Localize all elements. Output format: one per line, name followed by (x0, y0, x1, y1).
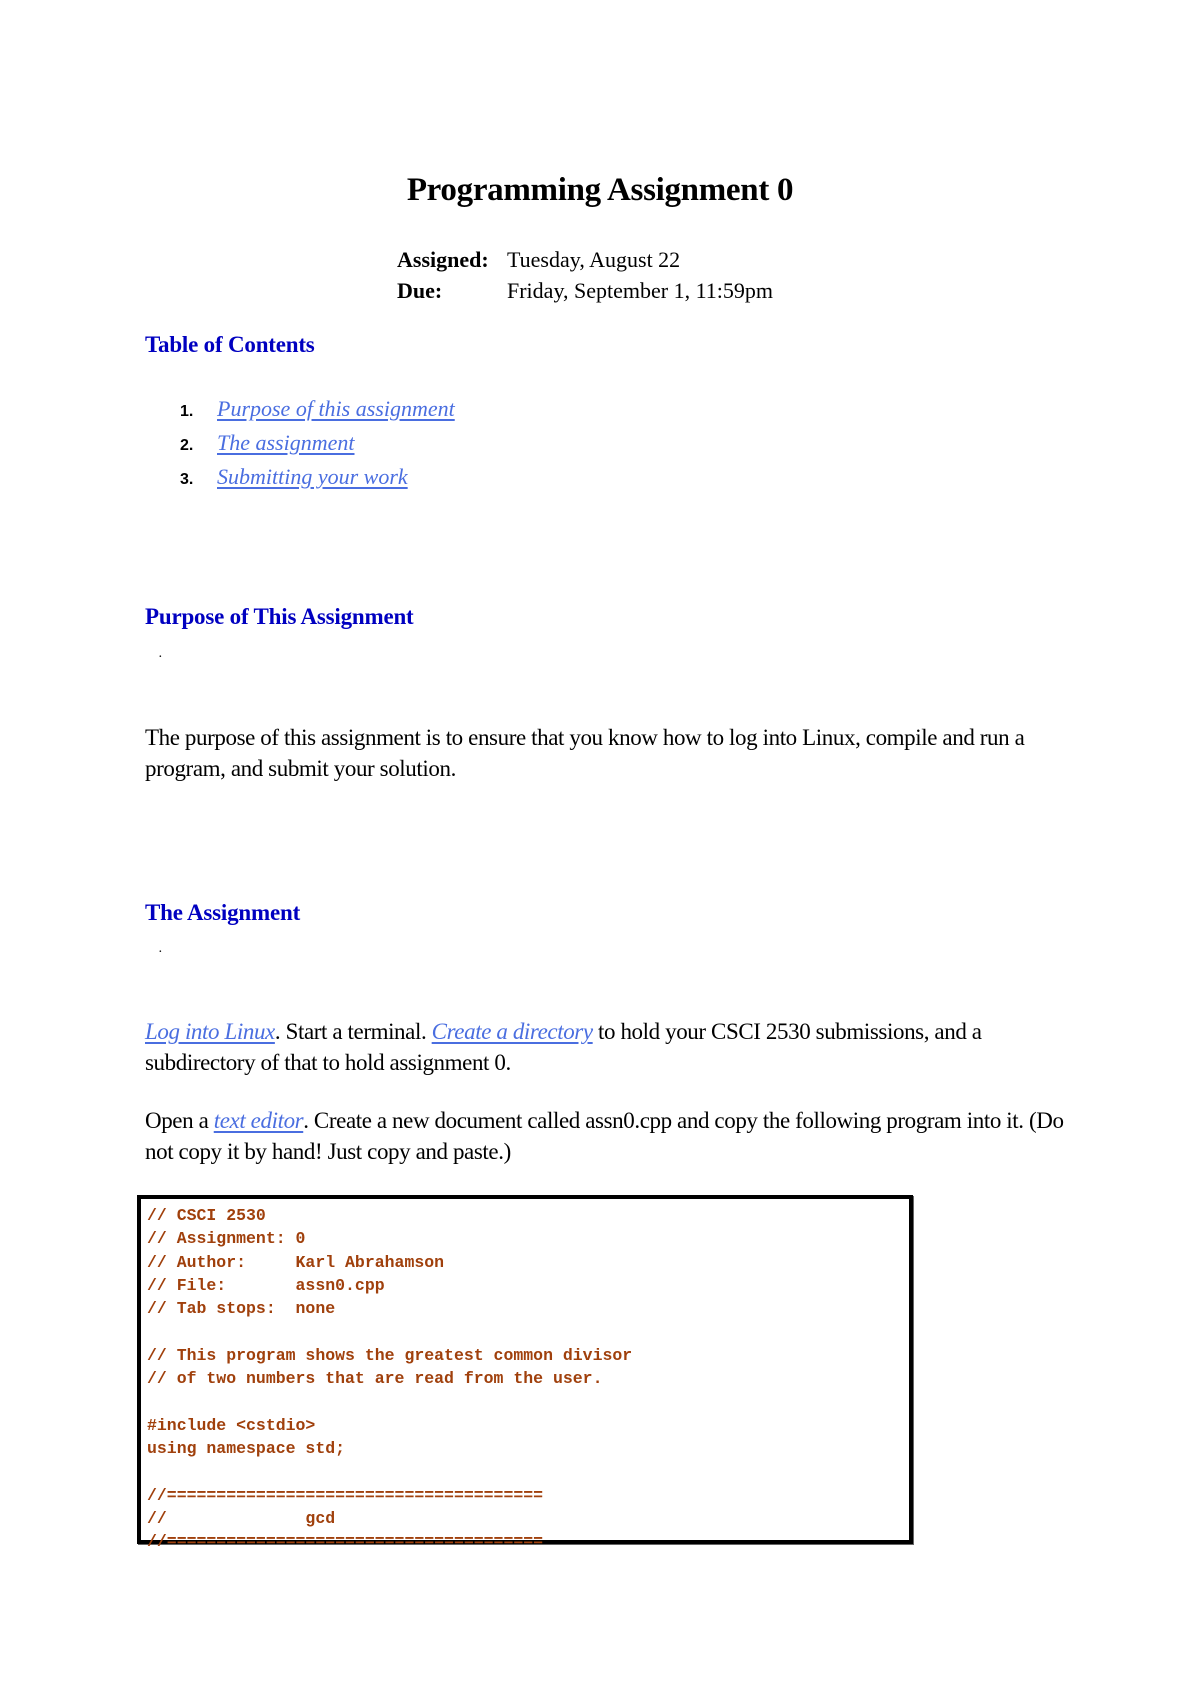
log-into-linux-link[interactable]: Log into Linux (145, 1019, 275, 1044)
assigned-label: Assigned: (397, 247, 489, 272)
instruction-text: . Start a terminal. (274, 1019, 432, 1044)
assignment-instructions-2: Open a text editor. Create a new documen… (145, 1105, 1085, 1167)
due-label: Due: (397, 278, 443, 303)
code-line: //====================================== (147, 1532, 544, 1552)
toc-link-purpose[interactable]: Purpose of this assignment (217, 393, 455, 424)
code-line: // This program shows the greatest commo… (147, 1345, 633, 1365)
code-line: // CSCI 2530 (147, 1206, 266, 1225)
instruction-text: Open a (145, 1108, 214, 1133)
toc-item-number: 3. (180, 471, 194, 488)
page-title: Programming Assignment 0 (406, 172, 794, 208)
code-line: // File: assn0.cpp (147, 1275, 385, 1295)
code-line: #include <cstdio> (147, 1415, 316, 1435)
toc-item: 1. Purpose of this assignment (180, 393, 455, 427)
code-listing: // CSCI 2530 // Assignment: 0 // Author: K… (137, 1195, 913, 1551)
code-block: // CSCI 2530 // Assignment: 0 // Author: K… (147, 1204, 632, 1553)
toc-item: 3. Submitting your work (180, 461, 455, 495)
toc-link-assignment[interactable]: The assignment (217, 427, 355, 458)
toc-item-number: 2. (180, 437, 194, 454)
create-directory-link[interactable]: Create a directory (432, 1019, 593, 1044)
purpose-marker: · (158, 650, 163, 665)
table-of-contents: 1. Purpose of this assignment 2. The ass… (180, 393, 455, 495)
toc-link-submitting[interactable]: Submitting your work (217, 461, 408, 492)
purpose-text: The purpose of this assignment is to ens… (145, 725, 1025, 781)
code-line: // Tab stops: none (147, 1299, 336, 1319)
assignment-heading: The Assignment (145, 900, 301, 925)
code-line: // Assignment: 0 (147, 1229, 306, 1249)
assignment-instructions-1: Log into Linux. Start a terminal. Create… (145, 1016, 1085, 1078)
assigned-value: Tuesday, August 22 (507, 247, 681, 272)
toc-item-number: 1. (180, 403, 194, 420)
purpose-heading: Purpose of This Assignment (145, 604, 414, 629)
assignment-marker: · (158, 945, 163, 960)
code-line: // gcd (147, 1508, 336, 1528)
text-editor-link[interactable]: text editor (214, 1108, 304, 1133)
assigned-row: Assigned: Tuesday, August 22 (397, 244, 773, 275)
due-value: Friday, September 1, 11:59pm (507, 278, 773, 303)
toc-heading: Table of Contents (145, 332, 315, 357)
code-line: // of two numbers that are read from the… (147, 1369, 603, 1389)
code-line: using namespace std; (147, 1438, 346, 1458)
code-line: //====================================== (147, 1485, 544, 1505)
toc-item: 2. The assignment (180, 427, 455, 461)
code-line: // Author: Karl Abrahamson (147, 1252, 445, 1272)
assignment-dates: Assigned: Tuesday, August 22 Due: Friday… (397, 244, 773, 306)
due-row: Due: Friday, September 1, 11:59pm (397, 275, 773, 306)
